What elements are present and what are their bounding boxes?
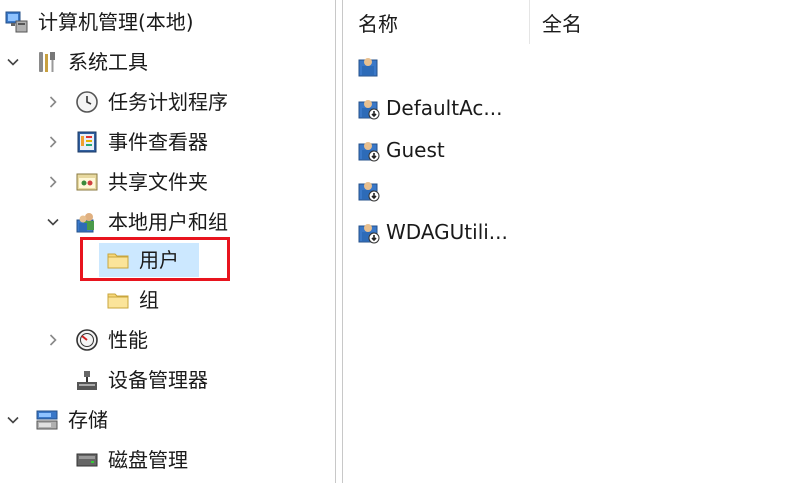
- folder-icon: [105, 287, 131, 313]
- tree-item-label: 本地用户和组: [108, 210, 228, 234]
- tree-item-local-users-groups[interactable]: 本地用户和组: [46, 204, 228, 240]
- navigation-tree: 计算机管理(本地) 系统工具 任务计划程序 事件查看器 共享文件夹 本地用户和组…: [0, 0, 335, 483]
- chevron-right-icon[interactable]: [46, 175, 60, 189]
- tree-item-label: 性能: [108, 328, 148, 352]
- column-header-full-name[interactable]: 全名: [542, 0, 582, 44]
- tree-item-label: 事件查看器: [108, 130, 208, 154]
- tree-item-task-scheduler[interactable]: 任务计划程序: [46, 84, 228, 120]
- disabled-user-icon: [356, 137, 382, 163]
- user-name: DefaultAc...: [386, 96, 503, 120]
- tree-item-performance[interactable]: 性能: [46, 322, 148, 358]
- user-icon: [356, 53, 382, 79]
- tree-item-device-manager[interactable]: 设备管理器: [74, 362, 208, 398]
- tree-item-system-tools[interactable]: 系统工具: [6, 44, 148, 80]
- event-viewer-icon: [74, 129, 100, 155]
- user-list-item[interactable]: [356, 172, 386, 208]
- tree-item-label: 任务计划程序: [108, 90, 228, 114]
- column-separator[interactable]: [529, 0, 530, 44]
- pane-border: [342, 0, 343, 483]
- users-groups-icon: [74, 209, 100, 235]
- tree-item-storage[interactable]: 存储: [6, 402, 108, 438]
- tree-item-label: 系统工具: [68, 50, 148, 74]
- tools-icon: [34, 49, 60, 75]
- tree-item-event-viewer[interactable]: 事件查看器: [46, 124, 208, 160]
- user-list-item[interactable]: [356, 48, 386, 84]
- disabled-user-icon: [356, 177, 382, 203]
- chevron-right-icon[interactable]: [46, 95, 60, 109]
- tree-item-label: 组: [139, 288, 159, 312]
- user-name: Guest: [386, 138, 445, 162]
- user-name: WDAGUtili...: [386, 220, 508, 244]
- tree-item-disk-management[interactable]: 磁盘管理: [74, 442, 188, 478]
- user-list-item[interactable]: Guest: [356, 132, 445, 168]
- disabled-user-icon: [356, 219, 382, 245]
- chevron-down-icon[interactable]: [46, 215, 60, 229]
- chevron-down-icon[interactable]: [6, 413, 20, 427]
- shared-folder-icon: [74, 169, 100, 195]
- device-manager-icon: [74, 367, 100, 393]
- clock-icon: [74, 89, 100, 115]
- disabled-user-icon: [356, 95, 382, 121]
- tree-item-label: 计算机管理(本地): [38, 10, 194, 34]
- chevron-right-icon[interactable]: [46, 333, 60, 347]
- tree-item-label: 磁盘管理: [108, 448, 188, 472]
- user-list-item[interactable]: WDAGUtili...: [356, 214, 508, 250]
- tree-item-computer-management[interactable]: 计算机管理(本地): [4, 4, 194, 40]
- annotation-highlight-box: [80, 237, 230, 281]
- performance-icon: [74, 327, 100, 353]
- computer-management-icon: [4, 9, 30, 35]
- storage-icon: [34, 407, 60, 433]
- tree-item-groups[interactable]: 组: [105, 282, 159, 318]
- user-list-item[interactable]: DefaultAc...: [356, 90, 502, 126]
- tree-item-shared-folders[interactable]: 共享文件夹: [46, 164, 208, 200]
- tree-item-label: 存储: [68, 408, 108, 432]
- tree-item-label: 共享文件夹: [108, 170, 208, 194]
- pane-splitter[interactable]: [335, 0, 336, 483]
- disk-icon: [74, 447, 100, 473]
- tree-item-label: 设备管理器: [108, 368, 208, 392]
- chevron-right-icon[interactable]: [46, 135, 60, 149]
- chevron-down-icon[interactable]: [6, 55, 20, 69]
- column-header-name[interactable]: 名称: [358, 0, 398, 44]
